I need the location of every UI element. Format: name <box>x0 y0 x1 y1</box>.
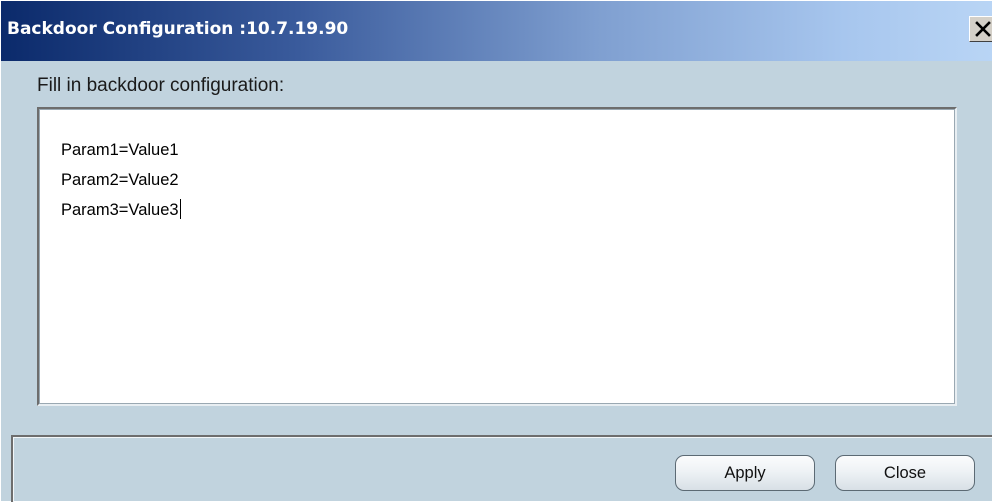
close-icon <box>975 21 991 37</box>
config-textarea[interactable]: Param1=Value1 Param2=Value2 Param3=Value… <box>37 107 957 406</box>
config-line-2: Param2=Value2 <box>61 171 179 189</box>
backdoor-config-dialog: Backdoor Configuration :10.7.19.90 Fill … <box>0 0 992 502</box>
config-line-1: Param1=Value1 <box>61 141 179 159</box>
window-title: Backdoor Configuration :10.7.19.90 <box>7 19 349 39</box>
apply-button[interactable]: Apply <box>675 455 815 491</box>
config-line-3: Param3=Value3 <box>61 195 181 225</box>
form-prompt: Fill in backdoor configuration: <box>37 75 285 96</box>
config-line-3-text: Param3=Value3 <box>61 201 179 219</box>
window-close-button[interactable] <box>969 16 992 42</box>
text-caret <box>179 199 181 219</box>
config-text: Param1=Value1 Param2=Value2 Param3=Value… <box>61 135 181 225</box>
close-button[interactable]: Close <box>835 455 975 491</box>
title-bar[interactable]: Backdoor Configuration :10.7.19.90 <box>1 1 992 61</box>
